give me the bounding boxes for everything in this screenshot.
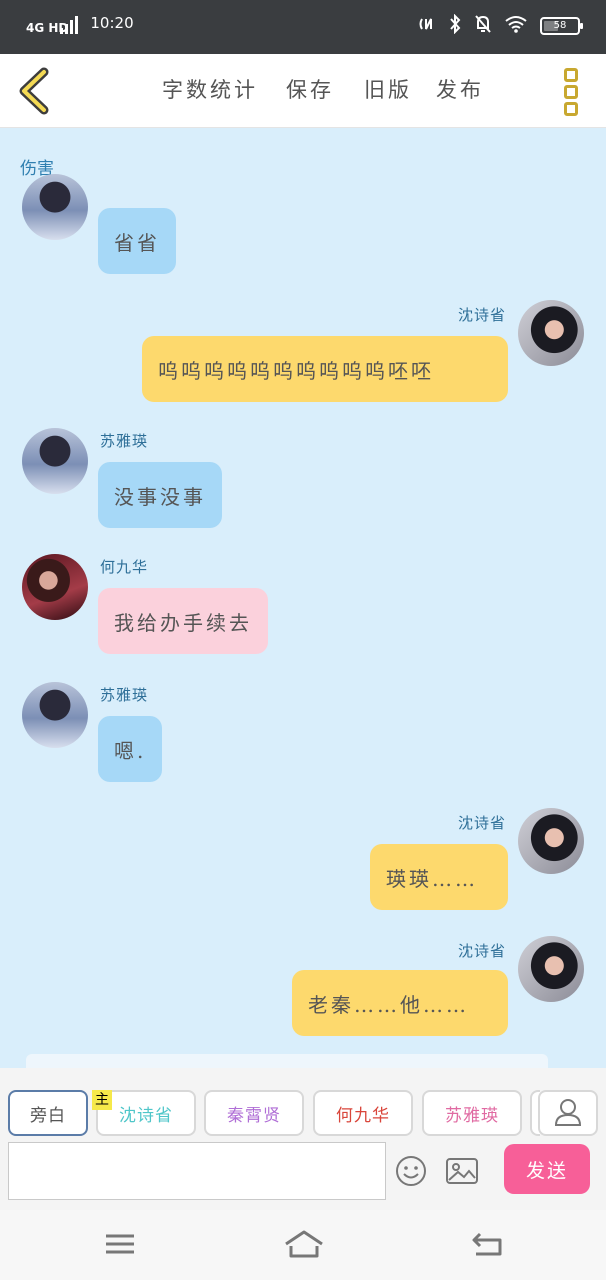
avatar[interactable] [518, 936, 584, 1002]
avatar[interactable] [518, 300, 584, 366]
role-label: 沈诗省 [119, 1105, 173, 1126]
message-bubble[interactable]: 嗯. [98, 716, 163, 782]
message-bubble[interactable]: 省省 [98, 208, 176, 274]
role-label: 秦霄贤 [227, 1105, 281, 1126]
sender-name: 苏雅瑛 [100, 432, 149, 450]
sender-name: 何九华 [100, 558, 149, 576]
signal-icon [60, 12, 79, 34]
system-nav-bar [0, 1210, 606, 1280]
avatar[interactable] [22, 428, 88, 494]
battery-icon: 58 [540, 17, 583, 35]
avatar[interactable] [22, 554, 88, 620]
return-icon[interactable] [468, 1228, 508, 1260]
chevron-left-icon [19, 67, 49, 115]
composer-panel: 旁白 沈诗省 主 秦霄贤 何九华 苏雅瑛 发送 [0, 1068, 606, 1210]
message-bubble[interactable]: 没事没事 [98, 462, 222, 528]
send-button[interactable]: 发送 [504, 1144, 590, 1194]
avatar[interactable] [518, 808, 584, 874]
sender-name: 沈诗省 [457, 814, 506, 832]
home-icon[interactable] [282, 1228, 323, 1260]
bluetooth-icon [448, 13, 462, 38]
role-button-he[interactable]: 何九华 [313, 1090, 413, 1136]
person-icon [554, 1099, 582, 1126]
top-bar: 字数统计 保存 旧版 发布 [0, 54, 606, 128]
scroll-fade [26, 1054, 548, 1068]
menu-icon[interactable] [100, 1228, 140, 1260]
role-label: 旁白 [30, 1105, 66, 1126]
status-right: 58 [418, 13, 583, 38]
status-bar: 4G HD 10:20 58 [0, 0, 606, 54]
role-button-su[interactable]: 苏雅瑛 [422, 1090, 522, 1136]
top-nav: 字数统计 保存 旧版 发布 [162, 74, 484, 104]
message-bubble[interactable]: 呜呜呜呜呜呜呜呜呜呜呸呸 [142, 336, 508, 402]
old-version-button[interactable]: 旧版 [364, 74, 412, 104]
message-bubble[interactable]: 老秦……他…… [292, 970, 508, 1036]
avatar[interactable] [22, 682, 88, 748]
wifi-icon [504, 15, 528, 37]
role-label: 何九华 [336, 1105, 390, 1126]
smiley-icon[interactable] [394, 1154, 428, 1188]
role-button-qin[interactable]: 秦霄贤 [204, 1090, 304, 1136]
word-count-button[interactable]: 字数统计 [162, 74, 258, 104]
back-button[interactable] [12, 66, 60, 116]
chat-area[interactable]: 伤害 省省 沈诗省 呜呜呜呜呜呜呜呜呜呜呸呸 苏雅瑛 没事没事 何九华 我给办手… [0, 128, 606, 1068]
mute-bell-icon [474, 14, 492, 38]
sender-name: 沈诗省 [457, 942, 506, 960]
publish-button[interactable]: 发布 [436, 74, 484, 104]
sender-name: 沈诗省 [457, 306, 506, 324]
save-button[interactable]: 保存 [286, 74, 334, 104]
message-bubble[interactable]: 我给办手续去 [98, 588, 268, 654]
message-bubble[interactable]: 瑛瑛…… [370, 844, 508, 910]
role-label: 苏雅瑛 [445, 1105, 499, 1126]
clock: 10:20 [90, 14, 134, 32]
sender-name: 苏雅瑛 [100, 686, 149, 704]
avatar[interactable] [22, 174, 88, 240]
nfc-icon [418, 16, 436, 36]
main-role-tag: 主 [92, 1090, 112, 1110]
more-vertical-icon[interactable] [564, 68, 582, 116]
image-icon[interactable] [444, 1154, 480, 1188]
role-button-narrator[interactable]: 旁白 [8, 1090, 88, 1136]
status-left: 4G HD 10:20 [26, 12, 134, 34]
message-input[interactable] [8, 1142, 386, 1200]
role-manage-button[interactable] [538, 1090, 598, 1136]
